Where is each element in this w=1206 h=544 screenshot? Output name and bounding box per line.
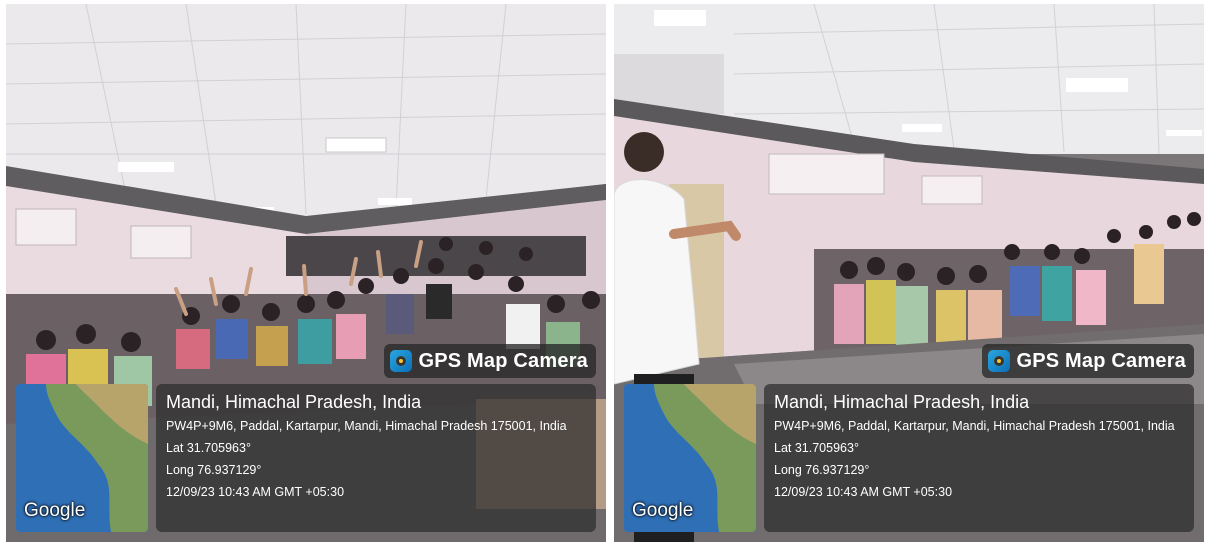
location-datetime: 12/09/23 10:43 AM GMT +05:30 [166, 485, 345, 499]
google-map-brand: Google [632, 500, 694, 521]
location-longitude: Long 76.937129° [774, 463, 870, 477]
map-thumbnail: Google [16, 384, 148, 532]
location-latitude: Lat 31.705963° [774, 441, 859, 455]
geotag-overlay: GPS Map Camera Google Mandi, Himachal Pr… [614, 344, 1204, 542]
location-info-box: Mandi, Himachal Pradesh, India PW4P+9M6,… [764, 384, 1194, 532]
location-address: PW4P+9M6, Paddal, Kartarpur, Mandi, Hima… [774, 419, 1175, 433]
photo-right: GPS Map Camera Google Mandi, Himachal Pr… [614, 4, 1204, 542]
location-title: Mandi, Himachal Pradesh, India [774, 392, 1030, 412]
location-info-box: Mandi, Himachal Pradesh, India PW4P+9M6,… [156, 384, 596, 532]
photo-left: GPS Map Camera Google Mandi, Himachal Pr… [6, 4, 606, 542]
gps-map-camera-logo-icon [390, 350, 413, 372]
gps-map-camera-badge: GPS Map Camera [384, 344, 596, 378]
location-address: PW4P+9M6, Paddal, Kartarpur, Mandi, Hima… [166, 419, 567, 433]
location-latitude: Lat 31.705963° [166, 441, 251, 455]
gps-badge-label: GPS Map Camera [1016, 349, 1186, 372]
location-datetime: 12/09/23 10:43 AM GMT +05:30 [774, 485, 953, 499]
gps-badge-label: GPS Map Camera [418, 349, 588, 372]
map-thumbnail: Google [624, 384, 756, 532]
location-longitude: Long 76.937129° [166, 463, 262, 477]
gps-map-camera-logo-icon [988, 350, 1011, 372]
google-map-brand: Google [24, 500, 86, 521]
location-title: Mandi, Himachal Pradesh, India [166, 392, 422, 412]
gps-map-camera-badge: GPS Map Camera [982, 344, 1194, 378]
geotag-overlay: GPS Map Camera Google Mandi, Himachal Pr… [6, 344, 606, 542]
